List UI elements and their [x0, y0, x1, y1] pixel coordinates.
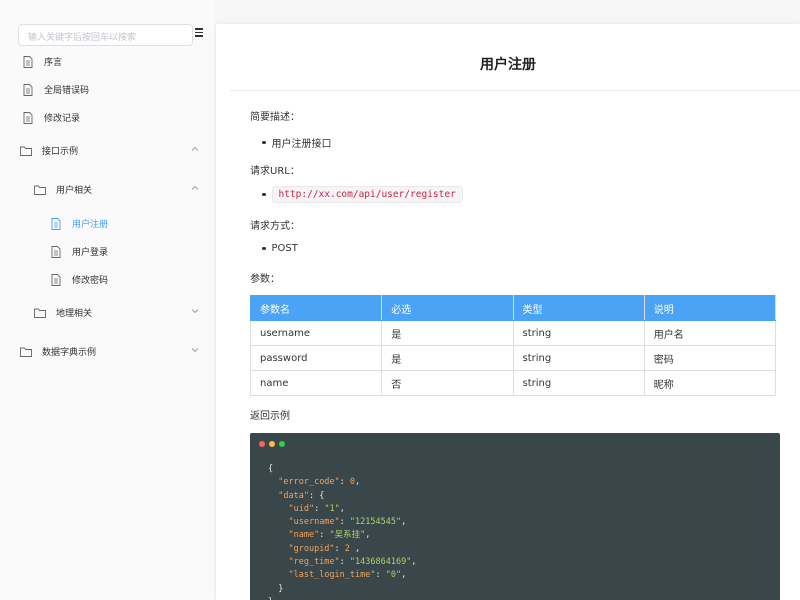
folder-icon [34, 184, 46, 196]
sidebar-item-data-dictionary[interactable]: 数据字典示例 [20, 345, 96, 358]
sidebar-item-label: 用户注册 [72, 220, 109, 230]
table-cell: 是 [381, 320, 514, 346]
window-dots [259, 441, 289, 447]
table-cell: 用户名 [643, 320, 777, 346]
search-input[interactable] [19, 28, 192, 48]
sidebar-item-geo-group[interactable]: 地理相关 [34, 306, 92, 319]
document-icon [22, 55, 34, 68]
table-header-cell: 类型 [512, 295, 645, 321]
sidebar-item-change-password[interactable]: 修改密码 [50, 273, 108, 286]
method-value: POST [262, 243, 298, 254]
params-label: 参数： [250, 274, 280, 285]
table-header-row: 参数名 必选 类型 说明 [249, 295, 777, 321]
table-cell: username [249, 320, 383, 346]
folder-icon [20, 346, 32, 358]
page-title: 用户注册 [480, 57, 536, 73]
url-code: http://xx.com/api/user/register [271, 186, 463, 203]
chevron-up-icon[interactable] [191, 184, 199, 192]
sidebar-item-label: 修改密码 [72, 276, 109, 286]
yellow-dot-icon [269, 441, 275, 447]
return-label: 返回示例 [250, 411, 290, 422]
content-panel: 用户注册 简要描述： 用户注册接口 请求URL： http://xx.com/a… [216, 24, 800, 600]
desc-value: 用户注册接口 [262, 135, 332, 150]
document-icon [22, 83, 34, 96]
document-icon [50, 245, 62, 258]
table-header-cell: 必选 [381, 295, 514, 321]
table-cell: string [512, 370, 645, 396]
chevron-up-icon[interactable] [191, 145, 199, 153]
sidebar-item-preface[interactable]: 序言 [22, 55, 62, 68]
sidebar-item-label: 用户相关 [56, 186, 93, 196]
sidebar-item-label: 全局错误码 [44, 86, 90, 96]
table-row: password 是 string 密码 [249, 345, 777, 371]
folder-icon [20, 145, 32, 157]
table-cell: name [249, 370, 383, 396]
table-header-cell: 说明 [643, 295, 777, 321]
sidebar: 序言 全局错误码 修改记录 接口示例 用户相关 用户注册 [0, 0, 214, 600]
divider [230, 90, 800, 91]
document-icon [50, 217, 62, 230]
menu-toggle-icon[interactable] [195, 28, 205, 40]
sidebar-item-user-login[interactable]: 用户登录 [50, 245, 108, 258]
desc-text: 用户注册接口 [271, 139, 332, 150]
sidebar-item-changelog[interactable]: 修改记录 [22, 111, 80, 124]
document-icon [22, 111, 34, 124]
chevron-down-icon[interactable] [191, 346, 199, 354]
table-row: name 否 string 昵称 [249, 370, 777, 396]
table-cell: 昵称 [643, 370, 777, 396]
search-box[interactable] [18, 24, 193, 48]
method-text: POST [271, 243, 298, 254]
sidebar-item-label: 用户登录 [72, 248, 109, 258]
sidebar-item-label: 序言 [44, 58, 63, 68]
green-dot-icon [279, 441, 285, 447]
chevron-down-icon[interactable] [191, 307, 199, 315]
folder-icon [34, 307, 46, 319]
code-block: { "error_code": 0, "data": { "uid": "1",… [250, 433, 780, 600]
sidebar-item-error-codes[interactable]: 全局错误码 [22, 83, 89, 96]
table-cell: string [512, 345, 645, 371]
params-table: 参数名 必选 类型 说明 username 是 string 用户名 passw… [249, 295, 777, 396]
table-cell: password [249, 345, 383, 371]
document-icon [50, 273, 62, 286]
sidebar-item-user-group[interactable]: 用户相关 [34, 183, 92, 196]
sidebar-item-user-register[interactable]: 用户注册 [50, 217, 108, 230]
code-content: { "error_code": 0, "data": { "uid": "1",… [268, 464, 417, 600]
sidebar-item-label: 修改记录 [44, 114, 81, 124]
red-dot-icon [259, 441, 265, 447]
sidebar-item-api-examples[interactable]: 接口示例 [20, 144, 78, 157]
url-value: http://xx.com/api/user/register [262, 186, 463, 203]
table-cell: 密码 [643, 345, 777, 371]
desc-label: 简要描述： [250, 112, 300, 123]
table-header-cell: 参数名 [249, 295, 383, 321]
method-label: 请求方式： [250, 221, 300, 232]
sidebar-item-label: 数据字典示例 [42, 348, 97, 358]
sidebar-item-label: 接口示例 [42, 147, 79, 157]
url-label: 请求URL： [250, 166, 300, 177]
sidebar-item-label: 地理相关 [56, 309, 93, 319]
table-row: username 是 string 用户名 [249, 320, 777, 346]
table-cell: string [512, 320, 645, 346]
table-cell: 是 [381, 345, 514, 371]
table-cell: 否 [381, 370, 514, 396]
